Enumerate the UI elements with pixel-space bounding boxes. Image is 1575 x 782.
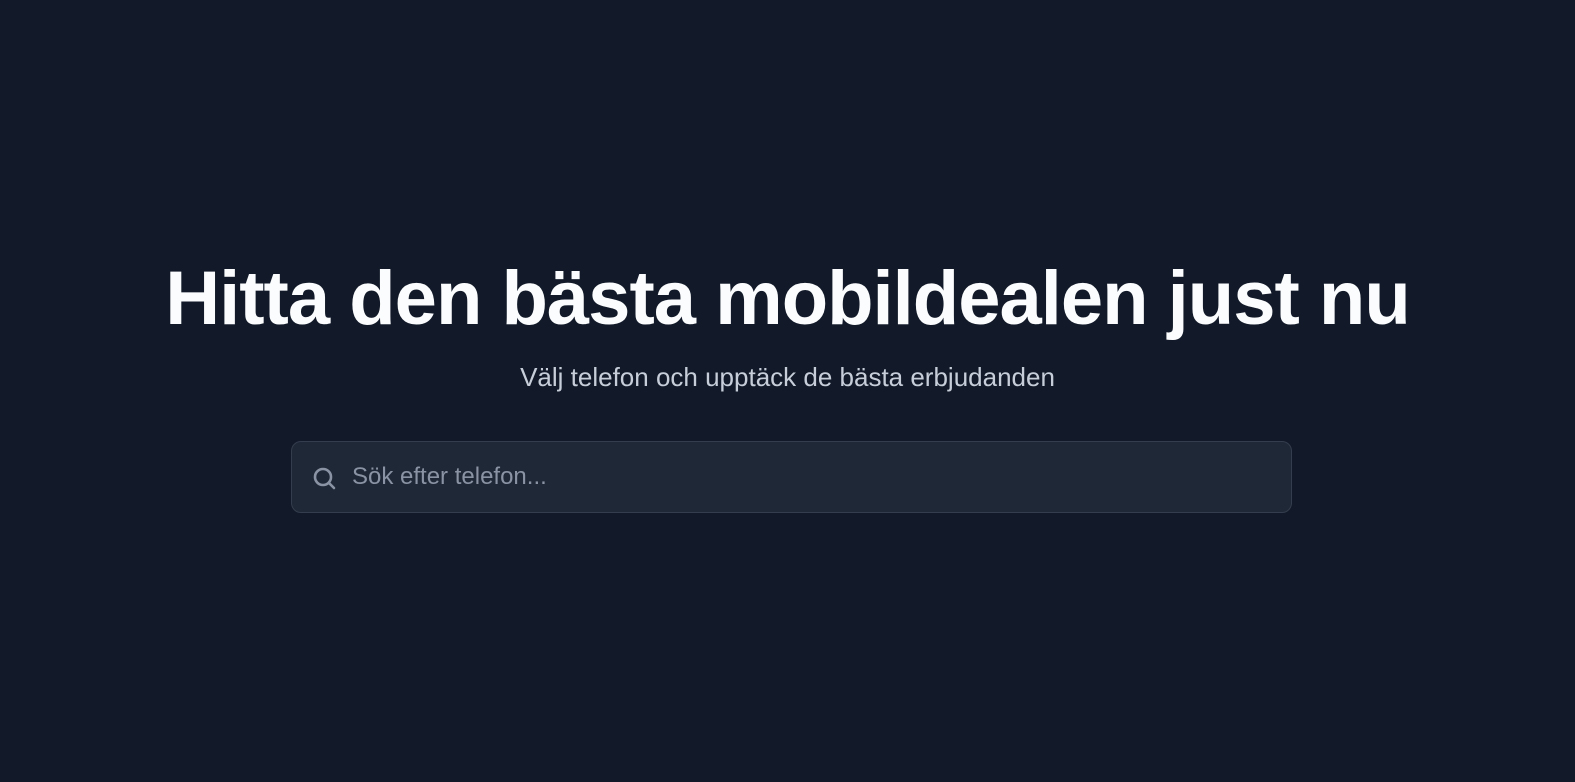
page-subtitle: Välj telefon och upptäck de bästa erbjud… bbox=[520, 362, 1055, 392]
page-title: Hitta den bästa mobildealen just nu bbox=[165, 255, 1411, 341]
search-icon bbox=[312, 466, 338, 492]
search-bar[interactable] bbox=[291, 441, 1292, 513]
search-input[interactable] bbox=[350, 442, 1270, 512]
hero-section: Hitta den bästa mobildealen just nu Välj… bbox=[0, 0, 1575, 782]
